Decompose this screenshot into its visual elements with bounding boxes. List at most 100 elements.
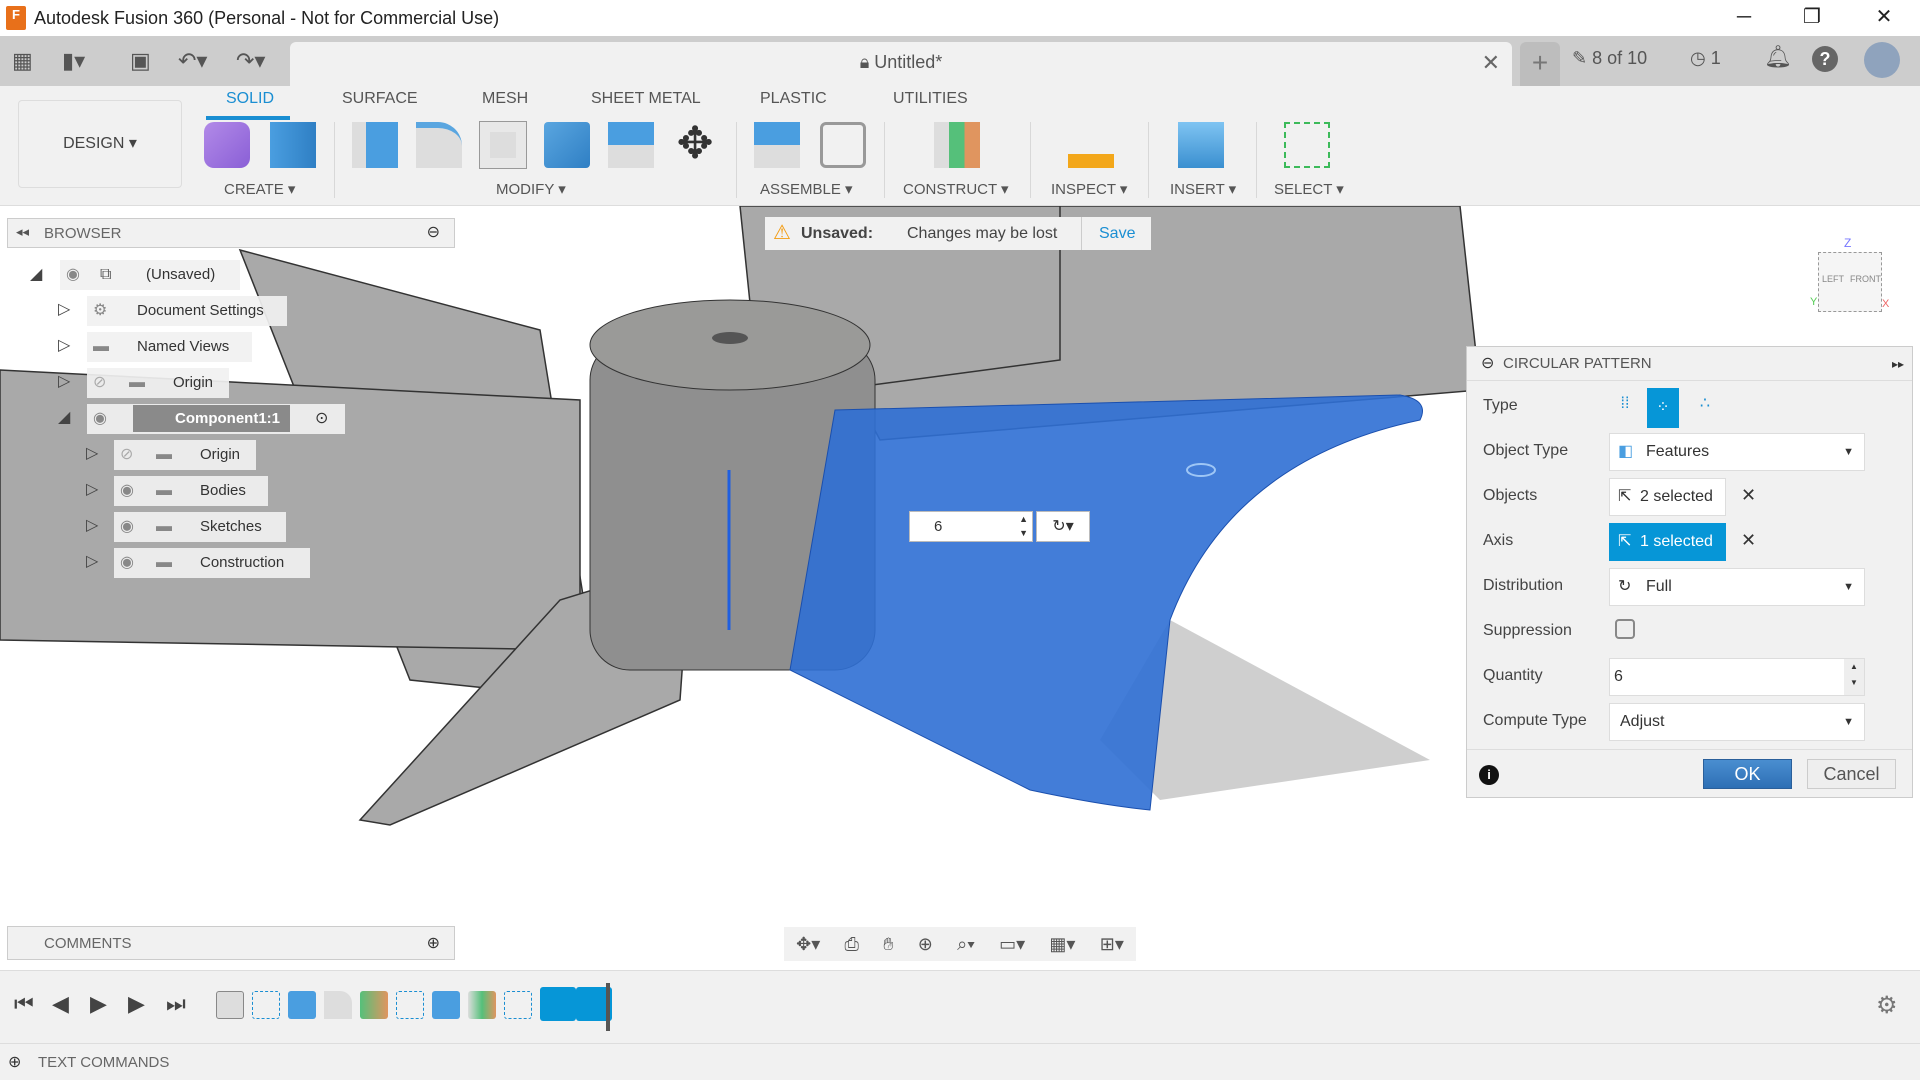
- collapse-triangle-icon[interactable]: ◢: [58, 407, 70, 427]
- object-type-dropdown[interactable]: ◧ Features ▼: [1609, 433, 1865, 471]
- play-icon[interactable]: ▶: [90, 991, 107, 1017]
- expand-triangle-icon[interactable]: ▷: [86, 515, 98, 535]
- new-component-assemble-icon[interactable]: [754, 122, 800, 168]
- modify-menu[interactable]: MODIFY ▾: [496, 180, 566, 198]
- timeline-extrude-icon[interactable]: [288, 991, 316, 1019]
- fit-icon[interactable]: ⌕▾: [957, 934, 975, 955]
- expand-triangle-icon[interactable]: ▷: [58, 335, 70, 355]
- quantity-stepper[interactable]: ▲ ▼: [1844, 659, 1864, 695]
- insert-image-icon[interactable]: [1178, 122, 1224, 168]
- press-pull-icon[interactable]: [352, 122, 398, 168]
- inspect-menu[interactable]: INSPECT ▾: [1051, 180, 1127, 198]
- expand-triangle-icon[interactable]: ▷: [58, 299, 70, 319]
- joint-icon[interactable]: [820, 122, 866, 168]
- history-status[interactable]: ◷ 1: [1690, 48, 1721, 69]
- offset-plane-icon[interactable]: [934, 122, 980, 168]
- timeline-settings-icon[interactable]: ⚙: [1876, 991, 1898, 1020]
- save-icon[interactable]: ▣: [130, 48, 151, 74]
- expand-text-commands-icon[interactable]: ⊕: [8, 1052, 21, 1072]
- tree-item-origin[interactable]: ⊘ ▬ Origin: [114, 440, 256, 470]
- insert-menu[interactable]: INSERT ▾: [1170, 180, 1236, 198]
- expand-dialog-icon[interactable]: ▸▸: [1892, 347, 1904, 381]
- timeline-marker[interactable]: [606, 983, 610, 1031]
- viewports-icon[interactable]: ⊞▾: [1100, 934, 1124, 955]
- fillet-icon[interactable]: [416, 122, 462, 168]
- close-tab-icon[interactable]: ✕: [1482, 50, 1500, 76]
- extrude-icon[interactable]: [270, 122, 316, 168]
- circular-pattern-icon[interactable]: ⁘: [1647, 388, 1679, 428]
- info-icon[interactable]: i: [1479, 765, 1499, 785]
- tab-surface[interactable]: SURFACE: [342, 90, 418, 108]
- minimize-button[interactable]: ─: [1716, 0, 1772, 36]
- measure-icon[interactable]: [1068, 122, 1114, 168]
- timeline-component-icon[interactable]: [216, 991, 244, 1019]
- grid-settings-icon[interactable]: ▦▾: [1049, 934, 1075, 955]
- tree-item-bodies[interactable]: ◉ ▬ Bodies: [114, 476, 268, 506]
- previous-step-icon[interactable]: ◀: [52, 991, 69, 1017]
- close-window-button[interactable]: ✕: [1856, 0, 1912, 36]
- tree-item-root[interactable]: ◉ ⧉ (Unsaved): [60, 260, 240, 290]
- tab-solid[interactable]: SOLID: [226, 90, 274, 108]
- path-pattern-icon[interactable]: ∴: [1689, 388, 1721, 420]
- axis-selection[interactable]: ⇱ 1 selected: [1609, 523, 1726, 561]
- distribution-dropdown[interactable]: ↻ Full ▼: [1609, 568, 1865, 606]
- tree-item-construction[interactable]: ◉ ▬ Construction: [114, 548, 310, 578]
- file-icon[interactable]: ▮▾: [62, 48, 85, 74]
- new-component-icon[interactable]: [204, 122, 250, 168]
- expand-triangle-icon[interactable]: ▷: [86, 443, 98, 463]
- minimize-browser-icon[interactable]: ⊖: [427, 222, 440, 242]
- construct-menu[interactable]: CONSTRUCT ▾: [903, 180, 1009, 198]
- help-icon[interactable]: ?: [1812, 46, 1838, 72]
- rectangular-pattern-icon[interactable]: ⁞⁞: [1609, 388, 1641, 420]
- workspace-switcher[interactable]: DESIGN ▾: [18, 100, 182, 188]
- select-box-icon[interactable]: [1284, 122, 1330, 168]
- bell-icon[interactable]: 🔔︎: [1764, 44, 1792, 70]
- timeline-plane-icon[interactable]: [360, 991, 388, 1019]
- timeline-sketch-icon[interactable]: [396, 991, 424, 1019]
- add-comment-icon[interactable]: ⊕: [427, 933, 440, 953]
- pan-icon[interactable]: ✋︎: [883, 934, 893, 955]
- timeline-plane-icon[interactable]: [468, 991, 496, 1019]
- inline-quantity-input[interactable]: 6 ▲ ▼: [909, 511, 1033, 542]
- quantity-input[interactable]: 6 ▲ ▼: [1609, 658, 1865, 696]
- direction-dropdown[interactable]: ↻▾: [1036, 511, 1090, 542]
- tab-plastic[interactable]: PLASTIC: [760, 90, 827, 108]
- restore-button[interactable]: ❐: [1784, 0, 1840, 36]
- save-link[interactable]: Save: [1099, 217, 1135, 250]
- expand-triangle-icon[interactable]: ▷: [86, 551, 98, 571]
- viewcube[interactable]: Z LEFT FRONT Y X: [1810, 236, 1890, 324]
- cancel-button[interactable]: Cancel: [1807, 759, 1896, 789]
- zoom-icon[interactable]: ⊕: [918, 934, 933, 955]
- orbit-icon[interactable]: ✥▾: [796, 934, 820, 955]
- timeline-sketch-icon[interactable]: [504, 991, 532, 1019]
- timeline-extrude-icon[interactable]: [432, 991, 460, 1019]
- tree-item-document-settings[interactable]: ⚙ Document Settings: [87, 296, 287, 326]
- document-tab[interactable]: 🔒︎ Untitled* ✕: [290, 42, 1512, 86]
- look-at-icon[interactable]: ⎙: [845, 934, 859, 955]
- tree-item-component[interactable]: ◉ Component1:1 ⊙: [87, 404, 345, 434]
- compute-type-dropdown[interactable]: Adjust ▼: [1609, 703, 1865, 741]
- collapse-icon[interactable]: ◂◂: [16, 224, 29, 240]
- assemble-menu[interactable]: ASSEMBLE ▾: [760, 180, 853, 198]
- timeline-loft-icon[interactable]: [540, 987, 576, 1021]
- clear-axis-icon[interactable]: ✕: [1741, 530, 1756, 551]
- expand-triangle-icon[interactable]: ▷: [58, 371, 70, 391]
- tree-item-sketches[interactable]: ◉ ▬ Sketches: [114, 512, 286, 542]
- timeline-fillet-icon[interactable]: [324, 991, 352, 1019]
- next-step-icon[interactable]: ▶: [128, 991, 145, 1017]
- jobs-status[interactable]: ✎ 8 of 10: [1572, 48, 1647, 69]
- tree-item-named-views[interactable]: ▬ Named Views: [87, 332, 252, 362]
- select-menu[interactable]: SELECT ▾: [1274, 180, 1344, 198]
- collapse-triangle-icon[interactable]: ◢: [30, 264, 42, 284]
- display-settings-icon[interactable]: ▭▾: [999, 934, 1025, 955]
- create-menu[interactable]: CREATE ▾: [224, 180, 295, 198]
- clear-objects-icon[interactable]: ✕: [1741, 485, 1756, 506]
- suppression-checkbox[interactable]: [1615, 619, 1635, 639]
- grid-icon[interactable]: ▦: [12, 48, 33, 74]
- avatar[interactable]: [1864, 42, 1900, 78]
- last-step-icon[interactable]: ⏭: [166, 991, 186, 1017]
- tab-mesh[interactable]: MESH: [482, 90, 528, 108]
- ok-button[interactable]: OK: [1703, 759, 1792, 789]
- expand-triangle-icon[interactable]: ▷: [86, 479, 98, 499]
- move-icon[interactable]: ✥: [672, 122, 718, 168]
